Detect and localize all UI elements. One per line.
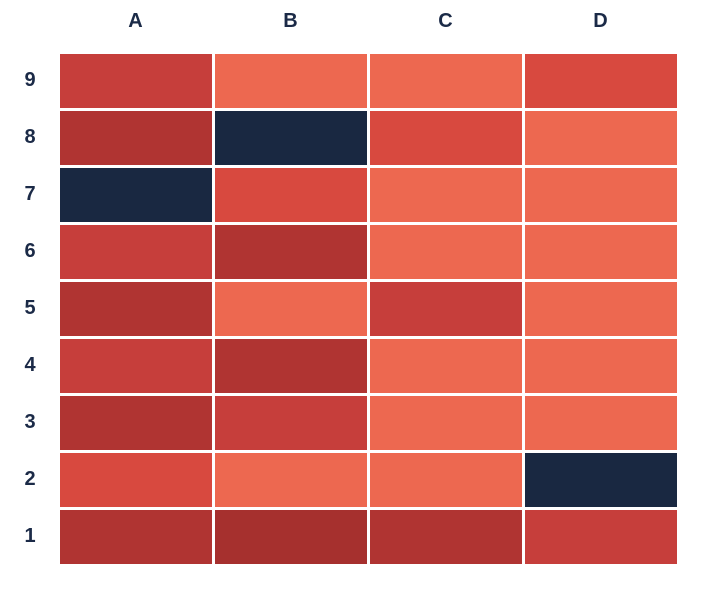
heatmap-cell	[525, 339, 677, 393]
heatmap-cell	[370, 54, 522, 108]
heatmap-cell	[525, 111, 677, 165]
heatmap-cell	[60, 54, 212, 108]
heatmap-row	[58, 394, 678, 451]
row-header: 6	[10, 223, 50, 280]
row-header: 9	[10, 52, 50, 109]
heatmap-cell	[370, 225, 522, 279]
row-header: 4	[10, 337, 50, 394]
heatmap-cell	[370, 168, 522, 222]
heatmap-cell	[215, 510, 367, 564]
heatmap-cell	[60, 168, 212, 222]
heatmap-cell	[525, 282, 677, 336]
heatmap-row	[58, 109, 678, 166]
heatmap-cell	[370, 453, 522, 507]
heatmap-row	[58, 280, 678, 337]
heatmap-cell	[215, 453, 367, 507]
row-header: 3	[10, 394, 50, 451]
heatmap-cell	[370, 339, 522, 393]
row-header: 2	[10, 451, 50, 508]
heatmap-row	[58, 337, 678, 394]
heatmap-row	[58, 451, 678, 508]
heatmap-cell	[60, 225, 212, 279]
heatmap-cell	[60, 111, 212, 165]
column-header: C	[368, 10, 523, 33]
heatmap-cell	[370, 510, 522, 564]
heatmap-cell	[370, 111, 522, 165]
heatmap-grid	[58, 52, 678, 565]
column-header: D	[523, 10, 678, 33]
row-header: 8	[10, 109, 50, 166]
row-headers: 987654321	[10, 52, 50, 565]
heatmap-cell	[215, 111, 367, 165]
heatmap-cell	[215, 168, 367, 222]
heatmap-row	[58, 166, 678, 223]
heatmap-cell	[215, 396, 367, 450]
heatmap-cell	[60, 396, 212, 450]
heatmap-cell	[525, 453, 677, 507]
heatmap-cell	[60, 339, 212, 393]
heatmap-row	[58, 52, 678, 109]
row-header: 5	[10, 280, 50, 337]
heatmap-cell	[215, 339, 367, 393]
column-headers: ABCD	[58, 10, 678, 33]
heatmap-cell	[215, 54, 367, 108]
heatmap-cell	[525, 396, 677, 450]
row-header: 7	[10, 166, 50, 223]
column-header: A	[58, 10, 213, 33]
heatmap-cell	[370, 282, 522, 336]
row-header: 1	[10, 508, 50, 565]
heatmap-row	[58, 508, 678, 565]
heatmap-cell	[525, 168, 677, 222]
heatmap-cell	[60, 453, 212, 507]
heatmap-cell	[525, 225, 677, 279]
heatmap-row	[58, 223, 678, 280]
heatmap-cell	[370, 396, 522, 450]
heatmap-cell	[215, 225, 367, 279]
heatmap-cell	[60, 510, 212, 564]
heatmap-cell	[215, 282, 367, 336]
heatmap-chart: ABCD 987654321	[0, 0, 701, 600]
heatmap-cell	[525, 510, 677, 564]
heatmap-cell	[525, 54, 677, 108]
column-header: B	[213, 10, 368, 33]
heatmap-cell	[60, 282, 212, 336]
